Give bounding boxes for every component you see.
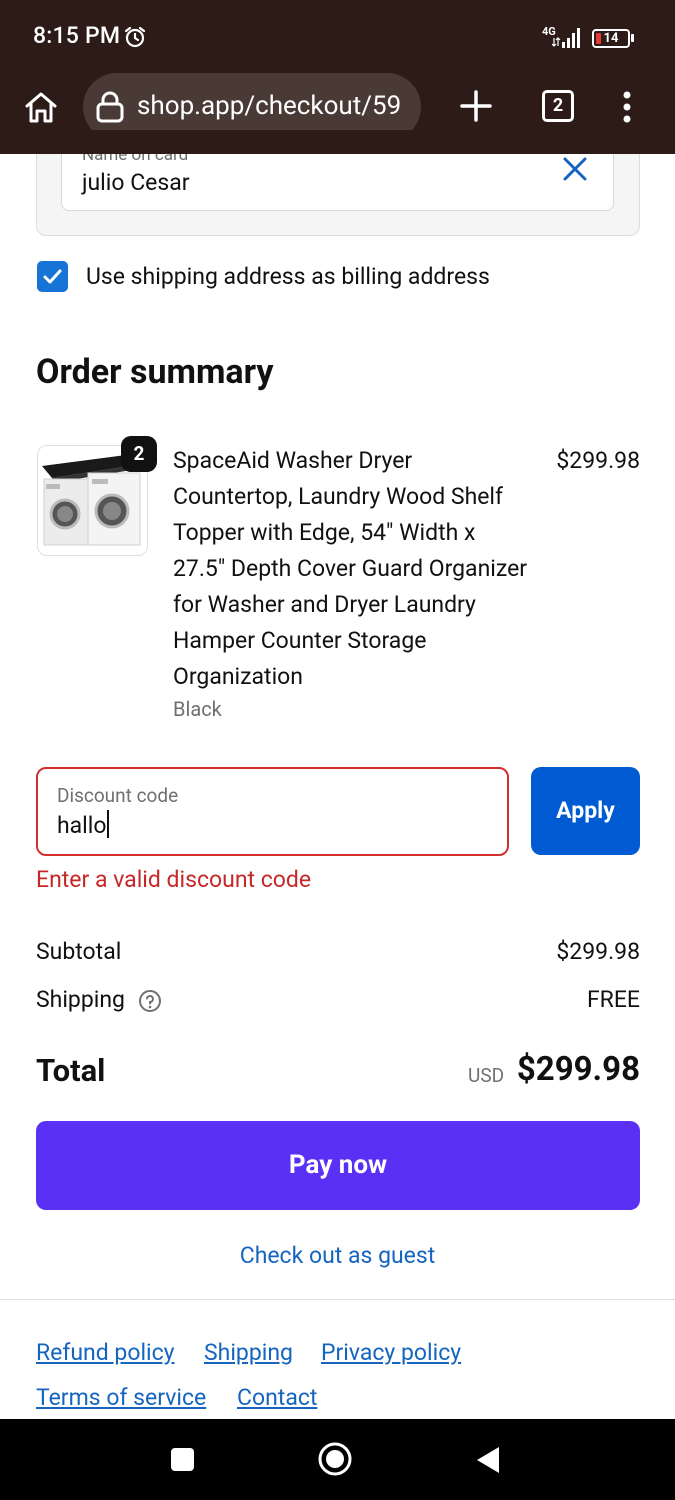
- text-caret: [107, 810, 110, 838]
- discount-error-message: Enter a valid discount code: [36, 866, 312, 893]
- home-icon[interactable]: [22, 88, 60, 126]
- checkout-as-guest-link[interactable]: Check out as guest: [0, 1242, 675, 1269]
- contact-link[interactable]: Contact: [237, 1384, 317, 1411]
- billing-checkbox[interactable]: [37, 261, 68, 292]
- battery-percent: 14: [603, 31, 619, 46]
- product-price: $299.98: [556, 447, 640, 474]
- check-icon: [43, 269, 62, 284]
- home-button-icon[interactable]: [317, 1441, 353, 1477]
- system-nav-bar: [0, 1419, 675, 1500]
- billing-checkbox-label[interactable]: Use shipping address as billing address: [86, 263, 490, 290]
- lock-icon: [96, 91, 124, 123]
- status-bar: 8:15 PM 4G 14: [0, 0, 675, 72]
- privacy-policy-link[interactable]: Privacy policy: [321, 1339, 461, 1366]
- new-tab-plus-icon[interactable]: [458, 88, 494, 124]
- pay-now-button[interactable]: Pay now: [36, 1121, 640, 1210]
- total-amount: $299.98: [516, 1050, 640, 1089]
- menu-icon[interactable]: [613, 90, 641, 124]
- total-currency: USD: [468, 1064, 505, 1087]
- alarm-icon: [124, 26, 146, 48]
- name-on-card-value: julio Cesar: [82, 169, 190, 196]
- subtotal-label: Subtotal: [36, 938, 122, 965]
- quantity-badge: 2: [121, 436, 157, 472]
- help-icon[interactable]: [138, 989, 162, 1013]
- shipping-value: FREE: [586, 986, 640, 1013]
- battery-icon: 14: [592, 29, 630, 48]
- battery-tip: [631, 34, 634, 42]
- footer-divider: [0, 1299, 675, 1300]
- shipping-policy-link[interactable]: Shipping: [204, 1339, 293, 1366]
- url-text: shop.app/checkout/59: [137, 91, 402, 121]
- discount-code-value: hallo: [57, 810, 110, 839]
- subtotal-value: $299.98: [556, 938, 640, 965]
- discount-code-input[interactable]: Discount code hallo: [36, 767, 509, 856]
- signal-icon: [552, 28, 580, 48]
- order-summary-title: Order summary: [36, 352, 274, 392]
- discount-code-label: Discount code: [57, 784, 179, 807]
- total-label: Total: [36, 1052, 106, 1089]
- toolbar-overlap: [0, 130, 675, 154]
- discount-code-text: hallo: [57, 812, 107, 839]
- tabs-icon[interactable]: 2: [542, 90, 574, 122]
- refund-policy-link[interactable]: Refund policy: [36, 1339, 175, 1366]
- back-icon[interactable]: [475, 1445, 501, 1475]
- product-name: SpaceAid Washer Dryer Countertop, Laundr…: [173, 447, 528, 690]
- shipping-label: Shipping: [36, 986, 125, 1013]
- recents-icon[interactable]: [171, 1448, 194, 1471]
- product-variant: Black: [173, 697, 222, 721]
- status-time: 8:15 PM: [33, 22, 121, 49]
- clear-icon[interactable]: [561, 155, 589, 183]
- terms-of-service-link[interactable]: Terms of service: [36, 1384, 206, 1411]
- apply-button[interactable]: Apply: [531, 767, 640, 855]
